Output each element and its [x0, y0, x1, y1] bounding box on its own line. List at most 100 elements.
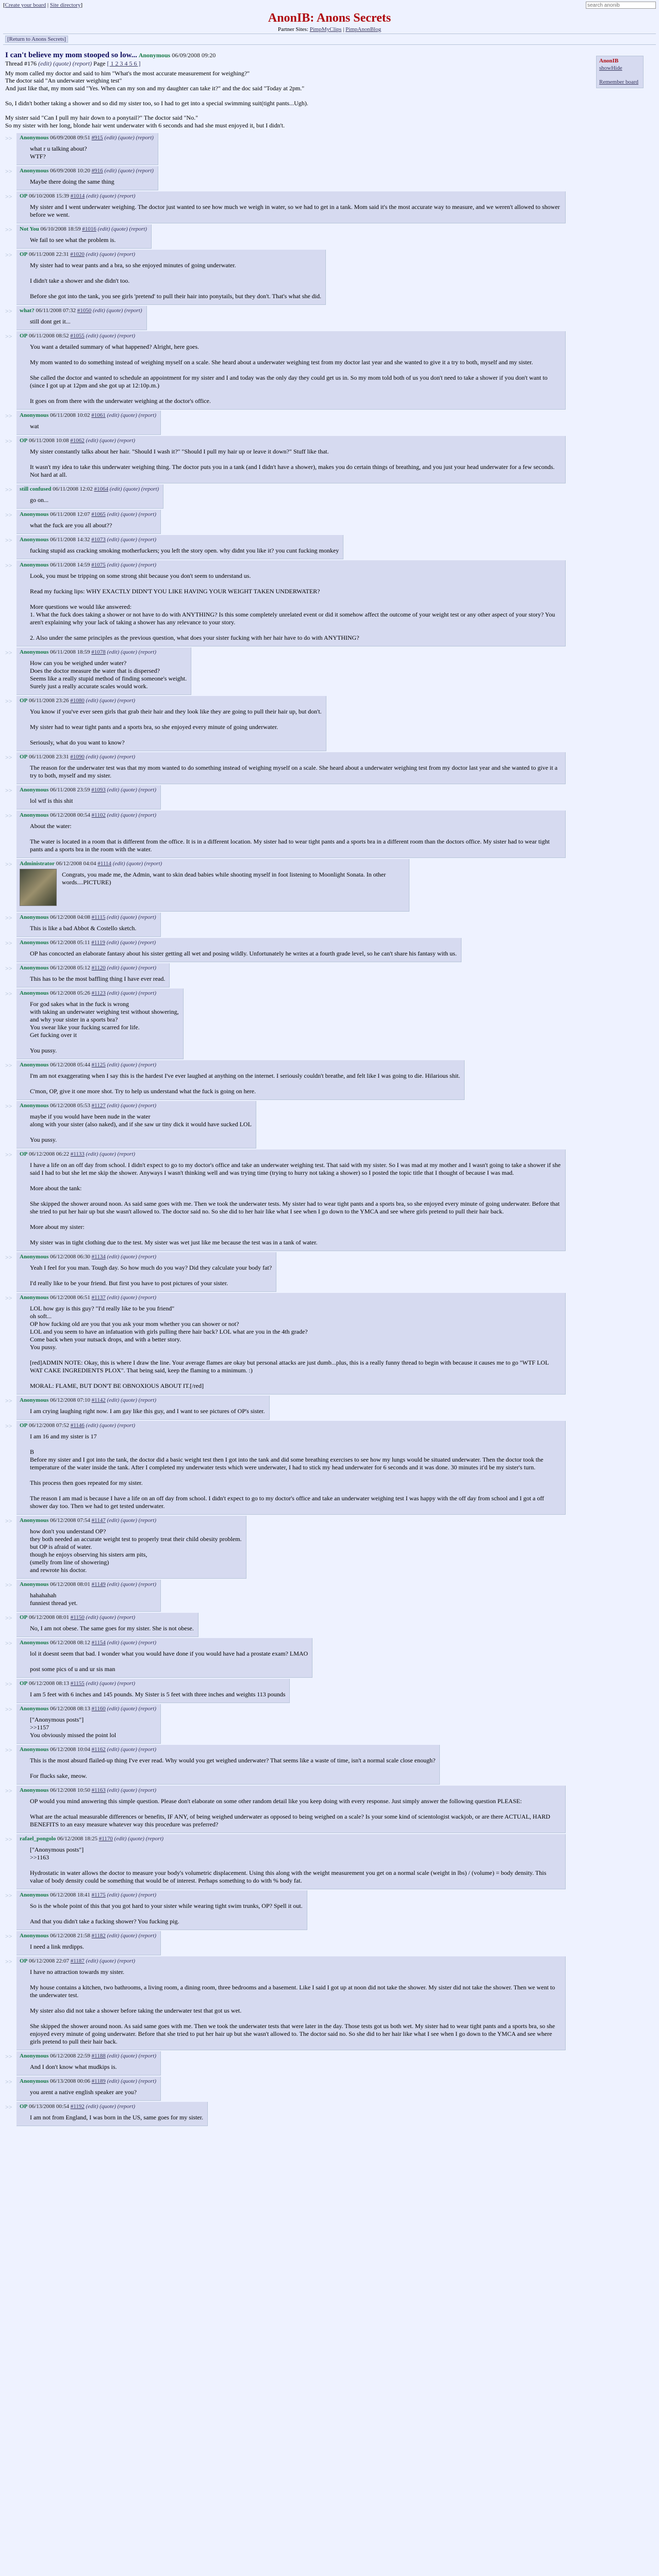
reply-number[interactable]: #915 [92, 135, 103, 141]
reply-number[interactable]: #1114 [97, 861, 111, 867]
reply-number[interactable]: #1123 [92, 990, 106, 996]
reply-number[interactable]: #1050 [77, 307, 92, 314]
search-input[interactable] [586, 2, 656, 9]
post-thumbnail-image[interactable] [20, 869, 57, 906]
reply-actions[interactable]: (edit) (quote) (report) [107, 1062, 157, 1068]
reply-actions[interactable]: (edit) (quote) (report) [104, 135, 154, 141]
reply-actions[interactable]: (edit) (quote) (report) [107, 939, 156, 946]
reply-actions[interactable]: (edit) (quote) (report) [107, 1933, 157, 1939]
reply-number[interactable]: #1146 [71, 1422, 85, 1429]
reply-number[interactable]: #1155 [71, 1680, 85, 1687]
reply-number[interactable]: #1061 [91, 412, 106, 418]
reply-actions[interactable]: (edit) (quote) (report) [107, 1787, 157, 1793]
reply-actions[interactable]: (edit) (quote) (report) [107, 1517, 157, 1524]
reply-number[interactable]: #1016 [82, 226, 96, 232]
reply-number[interactable]: #1189 [92, 2078, 106, 2084]
reply-actions[interactable]: (edit) (quote) (report) [86, 754, 136, 760]
reply-actions[interactable]: (edit) (quote) (report) [86, 438, 136, 444]
reply-number[interactable]: #1133 [71, 1151, 85, 1157]
reply-actions[interactable]: (edit) (quote) (report) [93, 307, 142, 314]
reply-actions[interactable]: (edit) (quote) (report) [107, 649, 157, 655]
reply-actions[interactable]: (edit) (quote) (report) [107, 965, 157, 971]
reply-actions[interactable]: (edit) (quote) (report) [114, 1836, 164, 1842]
reply-number[interactable]: #1014 [71, 193, 85, 199]
reply-actions[interactable]: (edit) (quote) (report) [107, 1103, 157, 1109]
reply-actions[interactable]: (edit) (quote) (report) [107, 562, 157, 568]
reply-actions[interactable]: (edit) (quote) (report) [86, 251, 136, 257]
reply-number[interactable]: #1102 [92, 812, 106, 818]
reply-actions[interactable]: (edit) (quote) (report) [107, 990, 157, 996]
reply-actions[interactable]: (edit) (quote) (report) [107, 511, 157, 517]
reply-actions[interactable]: (edit) (quote) (report) [86, 2103, 136, 2110]
reply-number[interactable]: #1150 [71, 1614, 85, 1621]
reply-actions[interactable]: (edit) (quote) (report) [86, 1422, 136, 1429]
reply-number[interactable]: #1080 [70, 698, 85, 704]
reply-number[interactable]: #1120 [92, 965, 106, 971]
reply-actions[interactable]: (edit) (quote) (report) [107, 2053, 157, 2059]
site-directory-link[interactable]: Site directory [50, 2, 81, 8]
reply-number[interactable]: #1142 [92, 1397, 106, 1403]
reply-actions[interactable]: (edit) (quote) (report) [107, 412, 157, 418]
reply-number[interactable]: #1115 [92, 914, 106, 920]
page-links[interactable]: [ 1 2 3 4 5 6 ] [107, 60, 141, 67]
remember-board-link[interactable]: Remember board [599, 79, 638, 85]
reply-number[interactable]: #1073 [91, 537, 106, 543]
reply-actions[interactable]: (edit) (quote) (report) [113, 861, 162, 867]
reply-actions[interactable]: (edit) (quote) (report) [97, 226, 147, 232]
reply-number[interactable]: #1188 [92, 2053, 106, 2059]
reply-actions[interactable]: (edit) (quote) (report) [107, 2078, 157, 2084]
reply-number[interactable]: #1160 [92, 1706, 106, 1712]
reply-actions[interactable]: (edit) (quote) (report) [86, 1680, 136, 1687]
reply-number[interactable]: #1065 [91, 511, 106, 517]
reply-number[interactable]: #1170 [99, 1836, 113, 1842]
reply-actions[interactable]: (edit) (quote) (report) [110, 486, 159, 492]
partner-link-pimpanonblog[interactable]: PimpAnonBlog [345, 26, 381, 33]
reply-actions[interactable]: (edit) (quote) (report) [86, 193, 136, 199]
reply-number[interactable]: #1134 [92, 1254, 106, 1260]
reply-actions[interactable]: (edit) (quote) (report) [86, 698, 136, 704]
reply-number[interactable]: #1192 [71, 2103, 85, 2110]
reply-number[interactable]: #1149 [92, 1581, 106, 1587]
reply-number[interactable]: #1187 [71, 1958, 85, 1964]
reply-number[interactable]: #1064 [94, 486, 108, 492]
show-hide-link[interactable]: showHide [599, 65, 622, 71]
reply-actions[interactable]: (edit) (quote) (report) [107, 1397, 157, 1403]
reply-number[interactable]: #1147 [92, 1517, 106, 1524]
reply-number[interactable]: #1055 [70, 333, 85, 339]
reply-actions[interactable]: (edit) (quote) (report) [107, 1581, 157, 1587]
reply-number[interactable]: #1162 [92, 1746, 106, 1753]
post-actions[interactable]: (edit) (quote) (report) [38, 60, 92, 67]
return-link[interactable]: [Return to Anons Secrets] [5, 36, 68, 43]
reply-number[interactable]: #1182 [92, 1933, 106, 1939]
reply-number[interactable]: #1154 [92, 1640, 106, 1646]
reply-actions[interactable]: (edit) (quote) (report) [107, 914, 156, 920]
create-board-link[interactable]: Create your board [5, 2, 46, 8]
reply-actions[interactable]: (edit) (quote) (report) [107, 1294, 157, 1301]
reply-number[interactable]: #1062 [70, 438, 85, 444]
reply-actions[interactable]: (edit) (quote) (report) [104, 168, 154, 174]
reply-number[interactable]: #1020 [70, 251, 85, 257]
partner-link-pimpmyclips[interactable]: PimpMyClips [310, 26, 342, 33]
reply-number[interactable]: #1137 [92, 1294, 106, 1301]
reply-number[interactable]: #1075 [91, 562, 106, 568]
reply-number[interactable]: #1119 [91, 939, 105, 946]
reply-number[interactable]: #1125 [92, 1062, 106, 1068]
reply-number[interactable]: #1127 [92, 1103, 106, 1109]
reply-actions[interactable]: (edit) (quote) (report) [86, 1958, 136, 1964]
reply-actions[interactable]: (edit) (quote) (report) [107, 1640, 157, 1646]
reply-number[interactable]: #1078 [91, 649, 106, 655]
reply-number[interactable]: #1175 [92, 1892, 106, 1898]
reply-actions[interactable]: (edit) (quote) (report) [86, 333, 136, 339]
reply-actions[interactable]: (edit) (quote) (report) [107, 1254, 157, 1260]
reply-number[interactable]: #1163 [92, 1787, 106, 1793]
reply-number[interactable]: #916 [92, 168, 103, 174]
reply-number[interactable]: #1093 [91, 787, 106, 793]
reply-actions[interactable]: (edit) (quote) (report) [86, 1614, 136, 1621]
reply-actions[interactable]: (edit) (quote) (report) [107, 1706, 157, 1712]
reply-number[interactable]: #1090 [70, 754, 85, 760]
reply-actions[interactable]: (edit) (quote) (report) [107, 1892, 157, 1898]
reply-actions[interactable]: (edit) (quote) (report) [86, 1151, 136, 1157]
reply-actions[interactable]: (edit) (quote) (report) [107, 787, 157, 793]
reply-actions[interactable]: (edit) (quote) (report) [107, 812, 157, 818]
reply-actions[interactable]: (edit) (quote) (report) [107, 1746, 157, 1753]
